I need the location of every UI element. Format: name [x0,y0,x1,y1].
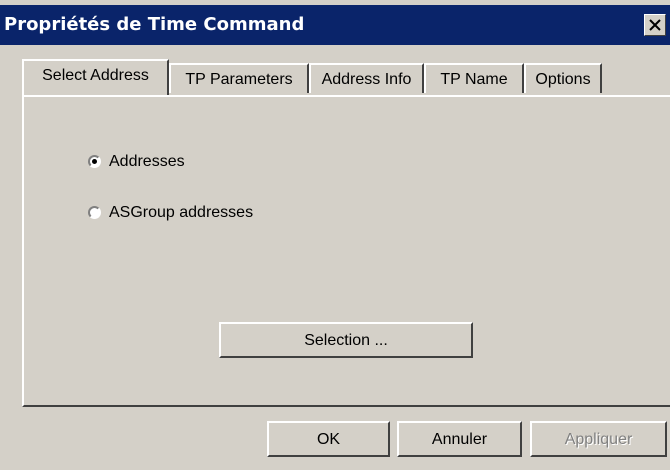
selection-button[interactable]: Selection ... [219,322,473,358]
properties-dialog: Propriétés de Time Command Select Addres… [0,0,670,470]
radio-label: Addresses [109,153,185,170]
selection-button-label: Selection ... [304,332,388,349]
close-icon [649,19,661,31]
tab-label: Options [535,71,591,88]
close-button[interactable] [644,14,666,36]
cancel-button[interactable]: Annuler [397,421,522,457]
apply-button[interactable]: Appliquer [530,421,667,457]
radio-dot [92,159,97,165]
title-bar[interactable]: Propriétés de Time Command [0,5,670,45]
radio-button-checked[interactable] [88,155,101,169]
tab-tp-parameters[interactable]: TP Parameters [169,63,309,93]
tab-panel-select-address [22,95,670,407]
tab-address-info[interactable]: Address Info [309,63,424,93]
radio-label: ASGroup addresses [109,204,254,221]
cancel-button-label: Annuler [431,431,488,448]
tab-tp-name[interactable]: TP Name [424,63,524,93]
tab-label: Address Info [321,71,412,88]
radio-addresses[interactable]: Addresses [88,150,185,174]
window-title: Propriétés de Time Command [4,14,305,35]
apply-button-label: Appliquer [564,431,633,448]
radio-asgroup-addresses[interactable]: ASGroup addresses [88,201,253,225]
tab-options[interactable]: Options [524,63,602,93]
tab-label: TP Name [440,71,508,88]
tab-label: Select Address [42,67,149,84]
radio-button-unchecked[interactable] [88,206,101,220]
tab-select-address[interactable]: Select Address [22,59,169,95]
ok-button[interactable]: OK [267,421,390,457]
ok-button-label: OK [316,431,341,448]
tab-label: TP Parameters [185,71,293,88]
